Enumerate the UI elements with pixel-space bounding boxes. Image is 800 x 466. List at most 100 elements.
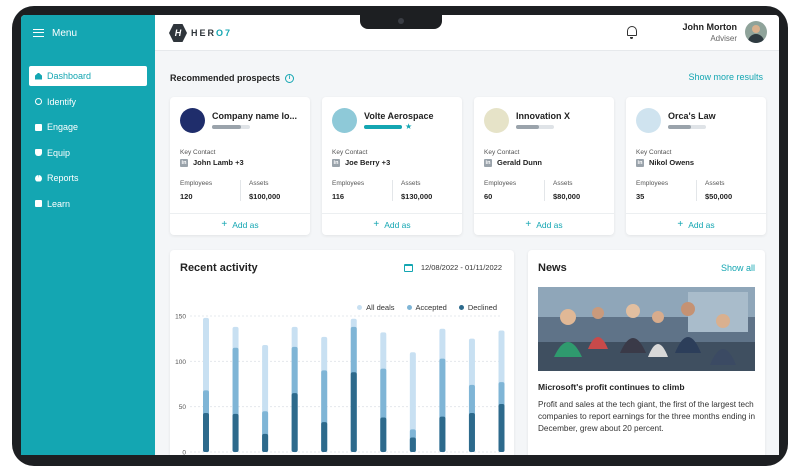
key-contact[interactable]: in Gerald Dunn	[484, 158, 542, 167]
y-tick-label: 100	[175, 359, 186, 366]
add-as-button[interactable]: + Add as	[474, 213, 614, 235]
company-name: Volte Aerospace	[364, 111, 434, 121]
sidebar-item-label: Identify	[47, 96, 77, 107]
bar-declined[interactable]	[350, 372, 357, 452]
company-logo-icon	[332, 108, 357, 133]
company-name: Innovation X	[516, 111, 570, 121]
user-role: Adviser	[710, 34, 737, 43]
card-stats: Employees 60 Assets $80,000	[484, 180, 604, 201]
show-all-news-link[interactable]: Show all	[721, 263, 755, 273]
sidebar-item-reports[interactable]: Reports	[29, 168, 147, 188]
sidebar-item-label: Dashboard	[47, 71, 92, 81]
avatar[interactable]	[745, 21, 767, 43]
news-headline[interactable]: Microsoft's profit continues to climb	[538, 382, 685, 392]
company-name: Company name lo...	[212, 111, 298, 121]
hero7-logo[interactable]: H HERO7	[169, 24, 232, 42]
news-body: Profit and sales at the tech giant, the …	[538, 400, 756, 433]
bar-declined[interactable]	[498, 403, 505, 452]
menu-label: Menu	[52, 27, 78, 39]
plus-icon: +	[677, 219, 684, 230]
add-as-button[interactable]: + Add as	[170, 213, 310, 235]
assets-value: $80,000	[553, 192, 581, 201]
prospect-card[interactable]: Innovation X Key Contact in Gerald Dunn E…	[474, 97, 614, 235]
info-icon[interactable]: i	[285, 73, 295, 83]
employees-label: Employees	[484, 180, 517, 187]
card-stats: Employees 120 Assets $100,000	[180, 180, 300, 201]
prospect-score-bar	[212, 125, 250, 129]
hamburger-icon[interactable]	[33, 29, 44, 37]
key-contact-label: Key Contact	[332, 149, 368, 156]
company-logo-icon	[484, 108, 509, 133]
news-panel: News Show all Microsoft's profit continu…	[528, 250, 765, 455]
assets-value: $130,000	[401, 192, 433, 201]
card-stats: Employees 35 Assets $50,000	[636, 180, 756, 201]
employees-value: 120	[180, 192, 193, 201]
y-tick-label: 50	[179, 404, 187, 411]
menu-toggle[interactable]: Menu	[21, 15, 155, 51]
hero7-logo-mark: H	[169, 24, 187, 42]
pie-chart-icon	[35, 174, 42, 182]
sidebar-item-label: Reports	[47, 173, 79, 183]
briefcase-icon	[35, 123, 42, 131]
employees-label: Employees	[332, 180, 365, 187]
recent-activity-panel: Recent activity 12/08/2022 - 01/11/2022 …	[170, 250, 514, 455]
employees-value: 116	[332, 192, 345, 201]
employees-label: Employees	[180, 180, 213, 187]
bar-declined[interactable]	[439, 416, 446, 452]
sidebar-item-label: Engage	[47, 122, 79, 132]
bar-declined[interactable]	[232, 413, 239, 452]
bar-declined[interactable]	[262, 433, 269, 452]
sidebar-item-engage[interactable]: Engage	[29, 117, 147, 137]
y-tick-label: 0	[182, 450, 186, 456]
top-bar: H HERO7 John Morton Adviser	[155, 15, 779, 51]
key-contact[interactable]: in John Lamb +3	[180, 158, 244, 167]
sidebar-item-equip[interactable]: Equip	[29, 143, 147, 163]
assets-label: Assets	[401, 180, 421, 187]
user-info[interactable]: John Morton Adviser	[683, 22, 738, 43]
assets-label: Assets	[705, 180, 725, 187]
news-image[interactable]	[538, 287, 755, 371]
assets-label: Assets	[553, 180, 573, 187]
company-logo-icon	[180, 108, 205, 133]
add-as-button[interactable]: + Add as	[626, 213, 766, 235]
sidebar-item-label: Learn	[47, 198, 71, 209]
company-logo-icon	[636, 108, 661, 133]
key-contact-label: Key Contact	[484, 149, 520, 156]
company-name: Orca's Law	[668, 111, 716, 121]
bell-icon[interactable]	[627, 26, 637, 39]
linkedin-icon: in	[332, 158, 340, 167]
add-as-button[interactable]: + Add as	[322, 213, 462, 235]
camera-notch	[360, 15, 442, 29]
assets-value: $100,000	[249, 192, 281, 201]
sidebar-nav: Dashboard Identify Engage Equip Reports …	[21, 66, 155, 214]
sidebar-item-learn[interactable]: Learn	[29, 194, 147, 214]
sidebar-item-identify[interactable]: Identify	[29, 92, 147, 112]
linkedin-icon: in	[636, 158, 644, 167]
bar-declined[interactable]	[321, 422, 328, 452]
prospect-score-bar	[516, 125, 554, 129]
bar-declined[interactable]	[380, 417, 387, 452]
bar-declined[interactable]	[468, 413, 475, 452]
prospect-card[interactable]: Company name lo... Key Contact in John La…	[170, 97, 310, 235]
search-icon	[35, 98, 42, 105]
employees-label: Employees	[636, 180, 669, 187]
video-icon	[35, 200, 42, 207]
linkedin-icon: in	[484, 158, 492, 167]
assets-label: Assets	[249, 180, 269, 187]
logo-text: HERO7	[191, 28, 233, 38]
main-content: Recommended prospects i Show more result…	[155, 51, 779, 455]
employees-value: 60	[484, 192, 493, 201]
key-contact[interactable]: in Nikol Owens	[636, 158, 694, 167]
sidebar-item-dashboard[interactable]: Dashboard	[29, 66, 147, 86]
toolkit-icon	[35, 149, 42, 156]
bar-declined[interactable]	[291, 393, 298, 452]
prospect-card[interactable]: Volte Aerospace ★ Key Contact in Joe Berr…	[322, 97, 462, 235]
plus-icon: +	[525, 219, 532, 230]
bar-declined[interactable]	[203, 413, 209, 452]
linkedin-icon: in	[180, 158, 188, 167]
prospect-score-bar	[364, 125, 402, 129]
home-icon	[35, 72, 42, 80]
show-more-results-link[interactable]: Show more results	[688, 72, 763, 82]
prospect-card[interactable]: Orca's Law Key Contact in Nikol Owens Emp…	[626, 97, 766, 235]
key-contact[interactable]: in Joe Berry +3	[332, 158, 390, 167]
